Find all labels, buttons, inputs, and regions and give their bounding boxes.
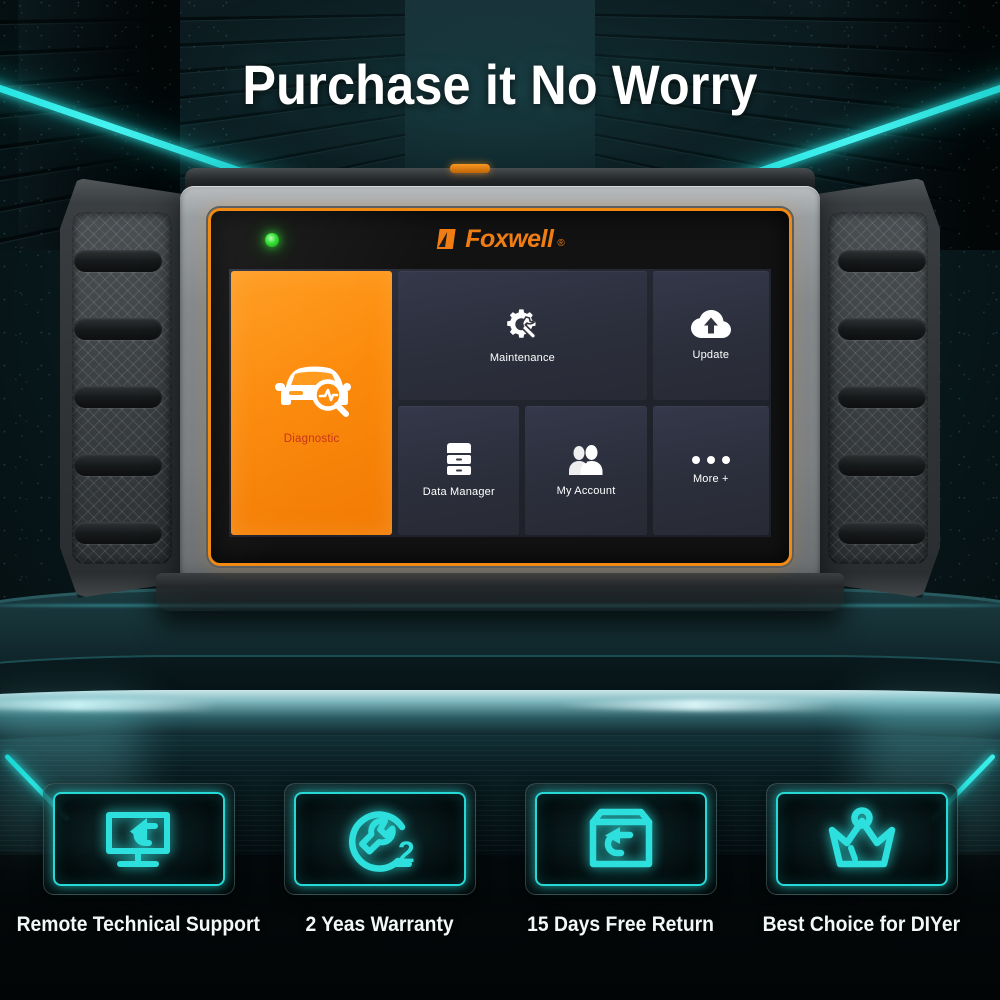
wrench-circle-2-icon: 2 — [348, 811, 414, 872]
badge-best-choice[interactable]: Best Choice for DIYer — [748, 783, 976, 937]
tile-label-diagnostic: Diagnostic — [283, 433, 340, 445]
badge-frame: 2 — [283, 783, 476, 895]
badge-caption: 2 Yeas Warranty — [305, 913, 454, 936]
gear-wrench-icon — [504, 307, 540, 343]
tile-label-maintenance: Maintenance — [489, 352, 555, 364]
tile-more[interactable]: More + — [652, 406, 769, 535]
device-grip-left — [60, 178, 188, 598]
badge-free-return[interactable]: 15 Days Free Return — [507, 783, 735, 937]
badge-caption: 15 Days Free Return — [527, 913, 714, 936]
badge-inner-frame — [534, 792, 707, 886]
home-app-grid: Diagnostic Maintenance Update Data Manag… — [229, 269, 771, 537]
device-grip-right — [812, 178, 940, 598]
badge-remote-support[interactable]: Remote Technical Support — [17, 783, 260, 937]
screen-status-bar: Foxwell ® — [211, 211, 789, 269]
monitor-back-arrow-icon — [105, 812, 170, 867]
device-base — [156, 573, 844, 611]
device-screen[interactable]: Foxwell ® Diagnostic Maintenance Update … — [208, 208, 792, 566]
power-led-indicator — [265, 233, 279, 247]
badge-warranty[interactable]: 2 2 Yeas Warranty — [266, 783, 494, 937]
feature-badges: Remote Technical Support 2 2 Yeas Warran… — [0, 783, 1000, 963]
tile-label-more: More + — [692, 473, 729, 485]
foxwell-logo: Foxwell ® — [435, 226, 565, 252]
tile-update[interactable]: Update — [652, 271, 769, 400]
badge-caption: Remote Technical Support — [16, 913, 261, 936]
tile-maintenance[interactable]: Maintenance — [398, 271, 647, 400]
badge-caption: Best Choice for DIYer — [762, 913, 961, 936]
car-scan-icon — [273, 361, 351, 417]
foxwell-logo-text: Foxwell — [465, 224, 554, 253]
users-icon — [567, 444, 605, 476]
badge-inner-frame — [52, 792, 225, 886]
diagnostic-tablet-device: Foxwell ® Diagnostic Maintenance Update … — [60, 164, 940, 623]
badge-inner-frame: 2 — [293, 792, 466, 886]
box-return-arrow-icon — [589, 808, 652, 868]
device-top-clip — [449, 164, 490, 173]
tile-label-my-account: My Account — [556, 485, 616, 497]
foxwell-logo-trademark: ® — [557, 238, 565, 249]
tile-label-update: Update — [692, 349, 730, 361]
crown-icon — [828, 807, 895, 868]
ellipsis-icon — [691, 456, 730, 464]
badge-inner-frame — [775, 792, 948, 886]
page-headline: Purchase it No Worry — [242, 53, 758, 116]
badge-frame — [524, 783, 717, 895]
badge-frame — [42, 783, 235, 895]
drawer-stack-icon — [445, 443, 473, 477]
tile-my-account[interactable]: My Account — [525, 406, 647, 535]
foxwell-logo-mark — [436, 229, 456, 249]
badge-frame — [765, 783, 958, 895]
tile-diagnostic[interactable]: Diagnostic — [231, 271, 393, 535]
tile-label-data-manager: Data Manager — [422, 486, 495, 498]
cloud-upload-icon — [690, 310, 731, 340]
tile-data-manager[interactable]: Data Manager — [398, 406, 520, 535]
